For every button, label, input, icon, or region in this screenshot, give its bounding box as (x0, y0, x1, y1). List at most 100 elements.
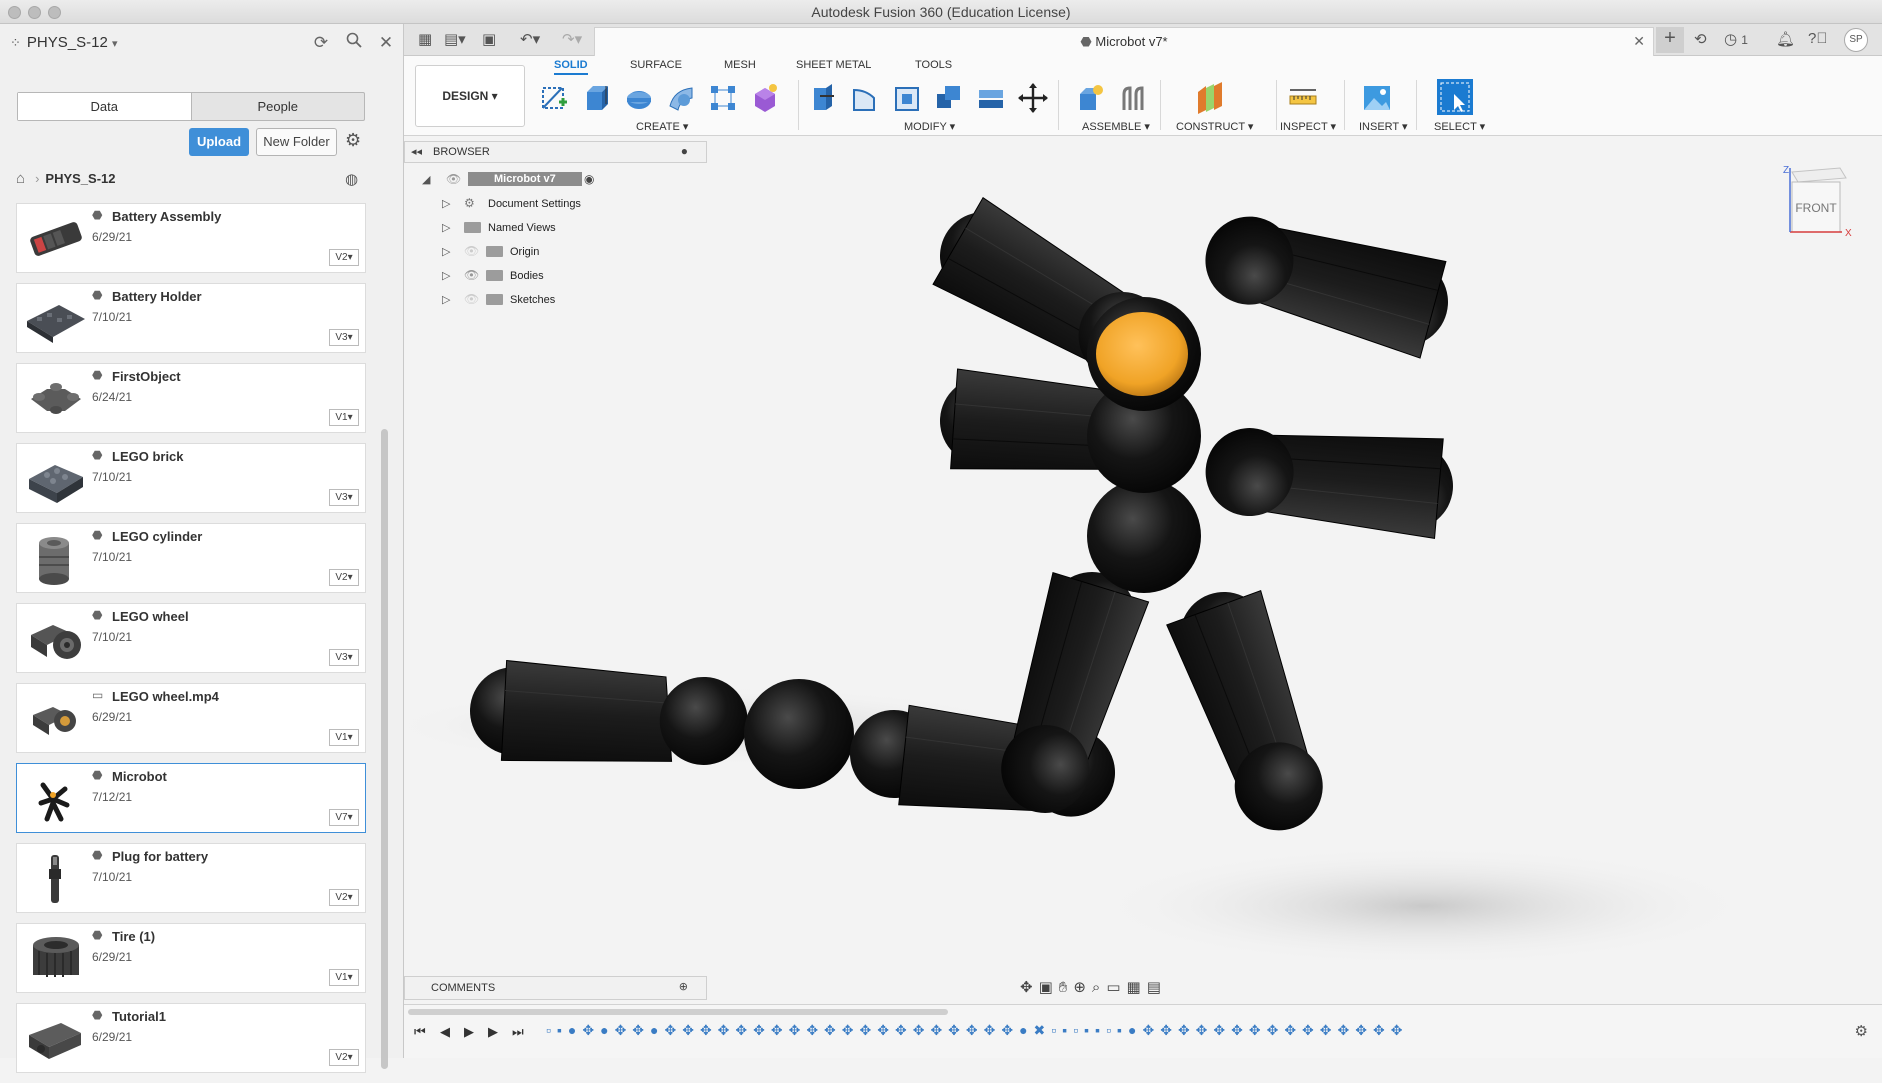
offset-plane-icon[interactable] (1194, 82, 1224, 114)
tab-solid[interactable]: SOLID (554, 59, 588, 75)
viewcube[interactable]: FRONT Z X (1782, 164, 1854, 240)
version-badge[interactable]: V2▾ (329, 569, 359, 586)
play-icon[interactable]: ▶︎ (464, 1024, 474, 1040)
upload-button[interactable]: Upload (189, 128, 249, 156)
refresh-icon[interactable]: ⟳ (310, 32, 332, 54)
timeline-settings-icon[interactable]: ⚙ (1855, 1022, 1868, 1040)
offset-face-icon[interactable] (976, 82, 1006, 114)
zoom-icon[interactable]: ⊕ (1073, 979, 1092, 996)
robot-arm[interactable] (1200, 417, 1458, 541)
comments-panel[interactable]: COMMENTS ⊕ (404, 976, 707, 1000)
version-badge[interactable]: V1▾ (329, 409, 359, 426)
expand-arrow-icon[interactable]: ▷ (442, 245, 450, 258)
tree-item[interactable]: ▷ 👁︎ Sketches (404, 288, 704, 312)
tree-item[interactable]: ▷ 👁︎ Origin (404, 240, 704, 264)
inspect-menu[interactable]: INSPECT ▾ (1280, 120, 1336, 133)
save-icon[interactable]: ▣ (482, 30, 496, 48)
viewcube-face-label[interactable]: FRONT (1795, 201, 1837, 215)
select-menu[interactable]: SELECT ▾ (1434, 120, 1485, 133)
press-pull-icon[interactable] (808, 82, 838, 114)
version-badge[interactable]: V1▾ (329, 969, 359, 986)
grid-settings-icon[interactable]: ▦ (1127, 979, 1147, 996)
rectangular-pattern-icon[interactable] (708, 82, 738, 114)
version-badge[interactable]: V3▾ (329, 329, 359, 346)
pan-icon[interactable]: ✋︎ (1059, 979, 1074, 996)
timeline-features[interactable]: ▫▪●✥●✥✥●✥✥✥✥✥✥✥✥✥✥✥✥✥✥✥✥✥✥✥✥●✖▫▪▫▪▪▫▪●✥✥… (546, 1022, 1826, 1042)
robot-arm[interactable] (984, 558, 1154, 827)
tab-mesh[interactable]: MESH (724, 59, 756, 71)
add-comment-icon[interactable]: ⊕ (679, 980, 688, 993)
eye-hidden-icon[interactable]: 👁︎ (464, 244, 479, 258)
select-icon[interactable] (1436, 78, 1474, 116)
breadcrumb-project[interactable]: PHYS_S-12 (45, 171, 115, 186)
look-at-icon[interactable]: ▣ (1039, 979, 1059, 996)
tab-tools[interactable]: TOOLS (915, 59, 952, 71)
workspace-switcher[interactable]: DESIGN ▾ (415, 65, 525, 127)
file-card[interactable]: ⬣ LEGO cylinder 7/10/21 V2▾ (16, 523, 366, 593)
construct-menu[interactable]: CONSTRUCT ▾ (1176, 120, 1253, 133)
modify-menu[interactable]: MODIFY ▾ (904, 120, 955, 133)
tab-people[interactable]: People (192, 93, 365, 120)
file-card[interactable]: ⬣ LEGO wheel 7/10/21 V3▾ (16, 603, 366, 673)
new-folder-button[interactable]: New Folder (256, 128, 337, 156)
fit-icon[interactable]: ⌕ (1092, 979, 1106, 996)
combine-icon[interactable] (934, 82, 964, 114)
expand-arrow-icon[interactable]: ▷ (442, 269, 450, 282)
close-window-button[interactable] (8, 6, 21, 19)
version-badge[interactable]: V2▾ (329, 889, 359, 906)
search-icon[interactable] (343, 32, 365, 54)
eye-hidden-icon[interactable]: 👁︎ (464, 292, 479, 306)
go-to-start-icon[interactable]: ⏮︎ (414, 1024, 426, 1040)
orbit-icon[interactable]: ✥ (1020, 979, 1039, 996)
insert-canvas-icon[interactable] (1362, 82, 1392, 114)
tab-surface[interactable]: SURFACE (630, 59, 682, 71)
document-tab[interactable]: ⬣ Microbot v7* ✕ (594, 27, 1654, 56)
globe-icon[interactable]: ◍ (345, 170, 358, 188)
clock-icon[interactable]: ◷ 1 (1724, 30, 1748, 48)
file-card[interactable]: ⬣ Tutorial1 6/29/21 V2▾ (16, 1003, 366, 1073)
eye-icon[interactable]: 👁︎ (464, 268, 479, 282)
undo-icon[interactable]: ↶▾ (520, 30, 540, 48)
timeline-feature-icon[interactable]: ▫▪●✥●✥✥●✥✥✥✥✥✥✥✥✥✥✥✥✥✥✥✥✥✥✥✥●✖▫▪▫▪▪▫▪●✥✥… (546, 1022, 1408, 1038)
project-selector[interactable]: ⁘ PHYS_S-12 ▾ (10, 34, 117, 51)
expand-arrow-icon[interactable]: ▷ (442, 293, 450, 306)
app-grid-icon[interactable]: ▦ (418, 30, 432, 48)
file-menu-icon[interactable]: ▤▾ (444, 30, 466, 48)
file-card[interactable]: ⬣ Tire (1) 6/29/21 V1▾ (16, 923, 366, 993)
revolve-icon[interactable] (624, 82, 654, 114)
minimize-panel-icon[interactable]: ● (681, 144, 688, 158)
file-card[interactable]: ⬣ FirstObject 6/24/21 V1▾ (16, 363, 366, 433)
extensions-icon[interactable]: ⟲ (1694, 30, 1707, 48)
move-icon[interactable] (1018, 82, 1048, 114)
zoom-window-button[interactable] (48, 6, 61, 19)
extrude-icon[interactable] (582, 82, 612, 114)
assemble-menu[interactable]: ASSEMBLE ▾ (1082, 120, 1150, 133)
avatar[interactable]: SP (1844, 28, 1868, 52)
display-settings-icon[interactable]: ▭ (1106, 979, 1126, 996)
file-card[interactable]: ⬣ Plug for battery 7/10/21 V2▾ (16, 843, 366, 913)
file-card[interactable]: ⬣ Battery Holder 7/10/21 V3▾ (16, 283, 366, 353)
robot-sphere[interactable] (744, 679, 854, 789)
tab-data[interactable]: Data (18, 93, 192, 120)
home-icon[interactable]: ⌂ (16, 170, 25, 187)
sweep-icon[interactable] (666, 82, 696, 114)
timeline-scrollbar[interactable] (408, 1009, 948, 1015)
shell-icon[interactable] (892, 82, 922, 114)
collapse-panel-icon[interactable]: ◂◂ (411, 145, 422, 158)
create-sketch-icon[interactable] (540, 82, 570, 114)
expand-arrow-icon[interactable]: ▷ (442, 197, 450, 210)
file-list-scrollbar[interactable] (381, 429, 388, 1069)
version-badge[interactable]: V3▾ (329, 489, 359, 506)
file-card-selected[interactable]: ⬣ Microbot 7/12/21 V7▾ (16, 763, 366, 833)
file-card[interactable]: ⬣ LEGO brick 7/10/21 V3▾ (16, 443, 366, 513)
new-tab-icon[interactable]: + (1656, 27, 1684, 53)
tree-item[interactable]: ▷ Named Views (404, 216, 704, 240)
version-badge[interactable]: V3▾ (329, 649, 359, 666)
close-icon[interactable]: ✕ (375, 32, 397, 54)
version-badge[interactable]: V7▾ (329, 809, 359, 826)
insert-menu[interactable]: INSERT ▾ (1359, 120, 1408, 133)
browser-panel-header[interactable]: ◂◂ BROWSER ● (404, 141, 707, 163)
help-icon[interactable]: ?⃝ (1808, 30, 1828, 47)
step-back-icon[interactable]: ◀︎ (440, 1024, 450, 1040)
collapse-arrow-icon[interactable]: ◢ (422, 173, 430, 186)
